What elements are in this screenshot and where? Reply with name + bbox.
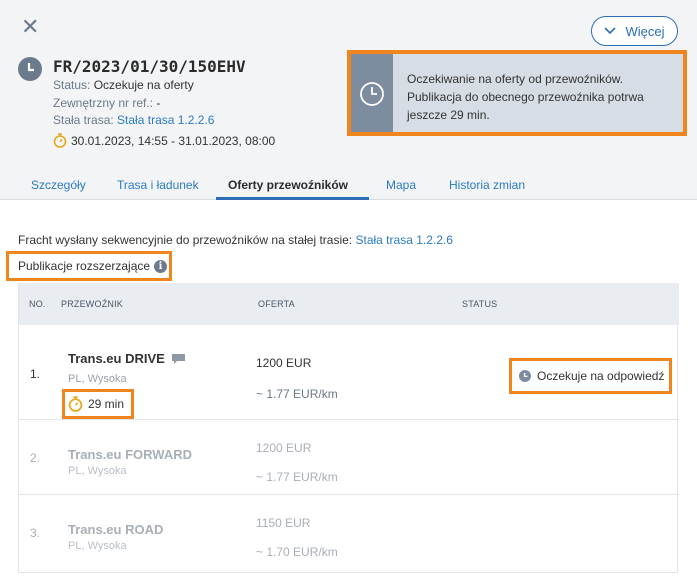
status-text: Oczekuje na odpowiedź [537, 369, 665, 383]
status-label: Status: [53, 78, 91, 92]
timer-badge: 29 min [62, 389, 134, 419]
sequence-text: Fracht wysłany sekwencyjnie do przewoźni… [18, 233, 353, 247]
table-row[interactable]: 2. Trans.eu FORWARD PL, Wysoka 1200 EUR … [19, 420, 679, 495]
status-clock-icon [18, 57, 42, 81]
extended-publications-label: Publikacje rozszerzające [18, 259, 151, 273]
offer-price: 1150 EUR [256, 516, 311, 530]
offer-price: 1200 EUR [256, 441, 312, 455]
table-header: NO. PRZEWOŹNIK OFERTA STATUS [19, 283, 679, 325]
notice-text: Oczekiwanie na oferty od przewoźników. P… [407, 70, 679, 124]
status-badge: Oczekuje na odpowiedź [509, 358, 672, 394]
offer-per-km: ~ 1.77 EUR/km [256, 387, 338, 401]
clock-icon [519, 370, 531, 382]
tab-carrier-offers[interactable]: Oferty przewoźników [228, 178, 348, 192]
timer-value: 29 min [88, 397, 125, 411]
tab-route-cargo[interactable]: Trasa i ładunek [117, 178, 199, 192]
status-row: Status: Oczekuje na oferty [53, 78, 194, 92]
extref-value: - [156, 96, 161, 110]
extref-label: Zewnętrzny nr ref.: [53, 96, 154, 110]
table-row[interactable]: 1. Trans.eu DRIVE PL, Wysoka 29 min 1200… [19, 325, 679, 420]
carrier-name: Trans.eu DRIVE [68, 351, 165, 366]
date-range: 30.01.2023, 14:55 - 31.01.2023, 08:00 [71, 133, 276, 148]
carrier-location: PL, Wysoka [68, 465, 127, 477]
notice-line-3: jeszcze 29 min. [407, 108, 490, 122]
close-icon[interactable]: ✕ [21, 16, 39, 38]
info-icon[interactable]: i [154, 260, 168, 273]
offer-price: 1200 EUR [256, 356, 312, 370]
offers-table: NO. PRZEWOŹNIK OFERTA STATUS 1. Trans.eu… [18, 283, 679, 573]
header-status: STATUS [462, 299, 498, 309]
more-button-label: Więcej [625, 23, 665, 39]
tab-bar: Szczegóły Trasa i ładunek Oferty przewoź… [0, 170, 697, 200]
route-label: Stała trasa: [53, 113, 114, 127]
freight-id: FR/2023/01/30/150EHV [53, 57, 246, 76]
header-carrier: PRZEWOŹNIK [61, 299, 123, 309]
freight-header: ✕ Więcej FR/2023/01/30/150EHV Status: Oc… [0, 0, 697, 200]
status-value: Oczekuje na oferty [93, 78, 194, 92]
notice-line-2: Publikacja do obecnego przewoźnika potrw… [407, 90, 644, 104]
route-link[interactable]: Stała trasa 1.2.2.6 [117, 113, 214, 127]
carrier-name: Trans.eu ROAD [68, 522, 164, 537]
chevron-down-icon [604, 27, 617, 35]
carrier-name: Trans.eu FORWARD [68, 447, 193, 462]
table-row[interactable]: 3. Trans.eu ROAD PL, Wysoka 1150 EUR ~ 1… [19, 495, 679, 572]
notice-line-1: Oczekiwanie na oferty od przewoźników. [407, 72, 624, 86]
row-number: 1. [30, 367, 41, 381]
waiting-notice: Oczekiwanie na oferty od przewoźników. P… [347, 50, 687, 136]
row-number: 3. [30, 526, 41, 540]
header-offer: OFERTA [258, 299, 295, 309]
extended-publications[interactable]: Publikacje rozszerzające i [6, 251, 172, 281]
chat-icon[interactable] [171, 353, 186, 365]
row-number: 2. [30, 451, 41, 465]
offer-per-km: ~ 1.77 EUR/km [256, 470, 338, 484]
offer-per-km: ~ 1.70 EUR/km [256, 545, 338, 559]
date-row: 30.01.2023, 14:55 - 31.01.2023, 08:00 [53, 133, 275, 148]
sequence-route-link[interactable]: Stała trasa 1.2.2.6 [356, 233, 453, 247]
tab-map[interactable]: Mapa [386, 178, 416, 192]
stopwatch-icon [53, 133, 67, 148]
header-no: NO. [29, 299, 46, 309]
tab-history[interactable]: Historia zmian [449, 178, 525, 192]
active-tab-indicator [216, 197, 369, 200]
carrier-location: PL, Wysoka [68, 540, 127, 552]
sequence-info: Fracht wysłany sekwencyjnie do przewoźni… [18, 233, 453, 247]
route-row: Stała trasa: Stała trasa 1.2.2.6 [53, 113, 214, 127]
extref-row: Zewnętrzny nr ref.: - [53, 96, 160, 110]
carrier-location: PL, Wysoka [68, 373, 127, 385]
more-button[interactable]: Więcej [591, 16, 678, 46]
tab-details[interactable]: Szczegóły [31, 178, 86, 192]
stopwatch-icon [68, 396, 83, 412]
notice-clock-icon [351, 54, 393, 132]
